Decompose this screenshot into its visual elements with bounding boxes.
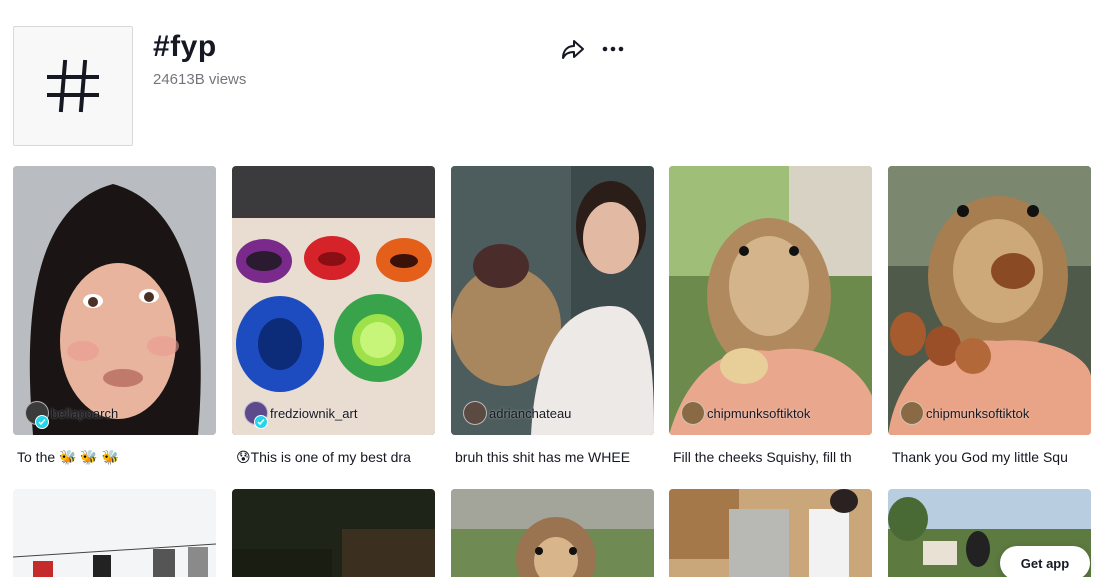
more-options-button[interactable] [600,36,626,62]
video-thumbnail[interactable] [13,489,216,577]
author-avatar [463,401,487,425]
video-preview-image [451,489,654,577]
author-avatar [900,401,924,425]
video-card[interactable] [669,489,872,577]
video-preview-image [232,489,435,577]
video-preview-image [669,166,872,435]
video-author[interactable]: chipmunksoftiktok [900,401,1029,425]
video-thumbnail[interactable] [669,489,872,577]
hashtag-avatar [13,26,133,146]
video-thumbnail[interactable]: adrianchateau [451,166,654,435]
video-card[interactable]: fredziownik_art 😰This is one of my best … [232,166,435,467]
video-thumbnail[interactable] [232,489,435,577]
video-card[interactable]: bellapoarch To the 🐝 🐝 🐝 [13,166,216,467]
verified-badge-icon [254,415,268,429]
video-preview-image [888,166,1091,435]
video-author[interactable]: adrianchateau [463,401,571,425]
video-preview-image [232,166,435,435]
video-card[interactable]: chipmunksoftiktok Thank you God my littl… [888,166,1091,467]
video-preview-image [13,166,216,435]
video-card[interactable]: chipmunksoftiktok Fill the cheeks Squish… [669,166,872,467]
video-caption[interactable]: Thank you God my little Squ [888,447,1091,467]
hashtag-title: #fyp [153,30,217,63]
video-thumbnail[interactable]: chipmunksoftiktok [888,166,1091,435]
more-dots-icon [602,46,624,52]
video-thumbnail[interactable]: bellapoarch [13,166,216,435]
video-preview-image [13,489,216,577]
video-thumbnail[interactable]: chipmunksoftiktok [669,166,872,435]
video-card[interactable] [13,489,216,577]
verified-badge-icon [35,415,49,429]
author-name: chipmunksoftiktok [707,405,811,421]
video-author[interactable]: chipmunksoftiktok [681,401,810,425]
video-caption[interactable]: Fill the cheeks Squishy, fill th [669,447,872,467]
video-card[interactable] [232,489,435,577]
hash-icon [47,59,99,113]
video-thumbnail[interactable] [451,489,654,577]
get-app-button[interactable]: Get app [1000,546,1090,577]
hashtag-views: 24613B views [153,71,247,88]
author-name: adrianchateau [489,405,572,421]
video-caption[interactable]: 😰This is one of my best dra [232,447,435,467]
author-avatar [681,401,705,425]
hashtag-header: #fyp 24613B views [0,0,1100,160]
video-caption[interactable]: To the 🐝 🐝 🐝 [13,447,216,467]
video-caption[interactable]: bruh this shit has me WHEE [451,447,654,467]
video-preview-image [451,166,654,435]
video-card[interactable] [451,489,654,577]
share-button[interactable] [560,36,586,62]
share-arrow-icon [562,40,584,59]
video-preview-image [669,489,872,577]
author-name: fredziownik_art [270,405,358,421]
video-card[interactable]: adrianchateau bruh this shit has me WHEE [451,166,654,467]
author-name: bellapoarch [51,405,119,421]
video-thumbnail[interactable]: fredziownik_art [232,166,435,435]
author-name: chipmunksoftiktok [926,405,1030,421]
